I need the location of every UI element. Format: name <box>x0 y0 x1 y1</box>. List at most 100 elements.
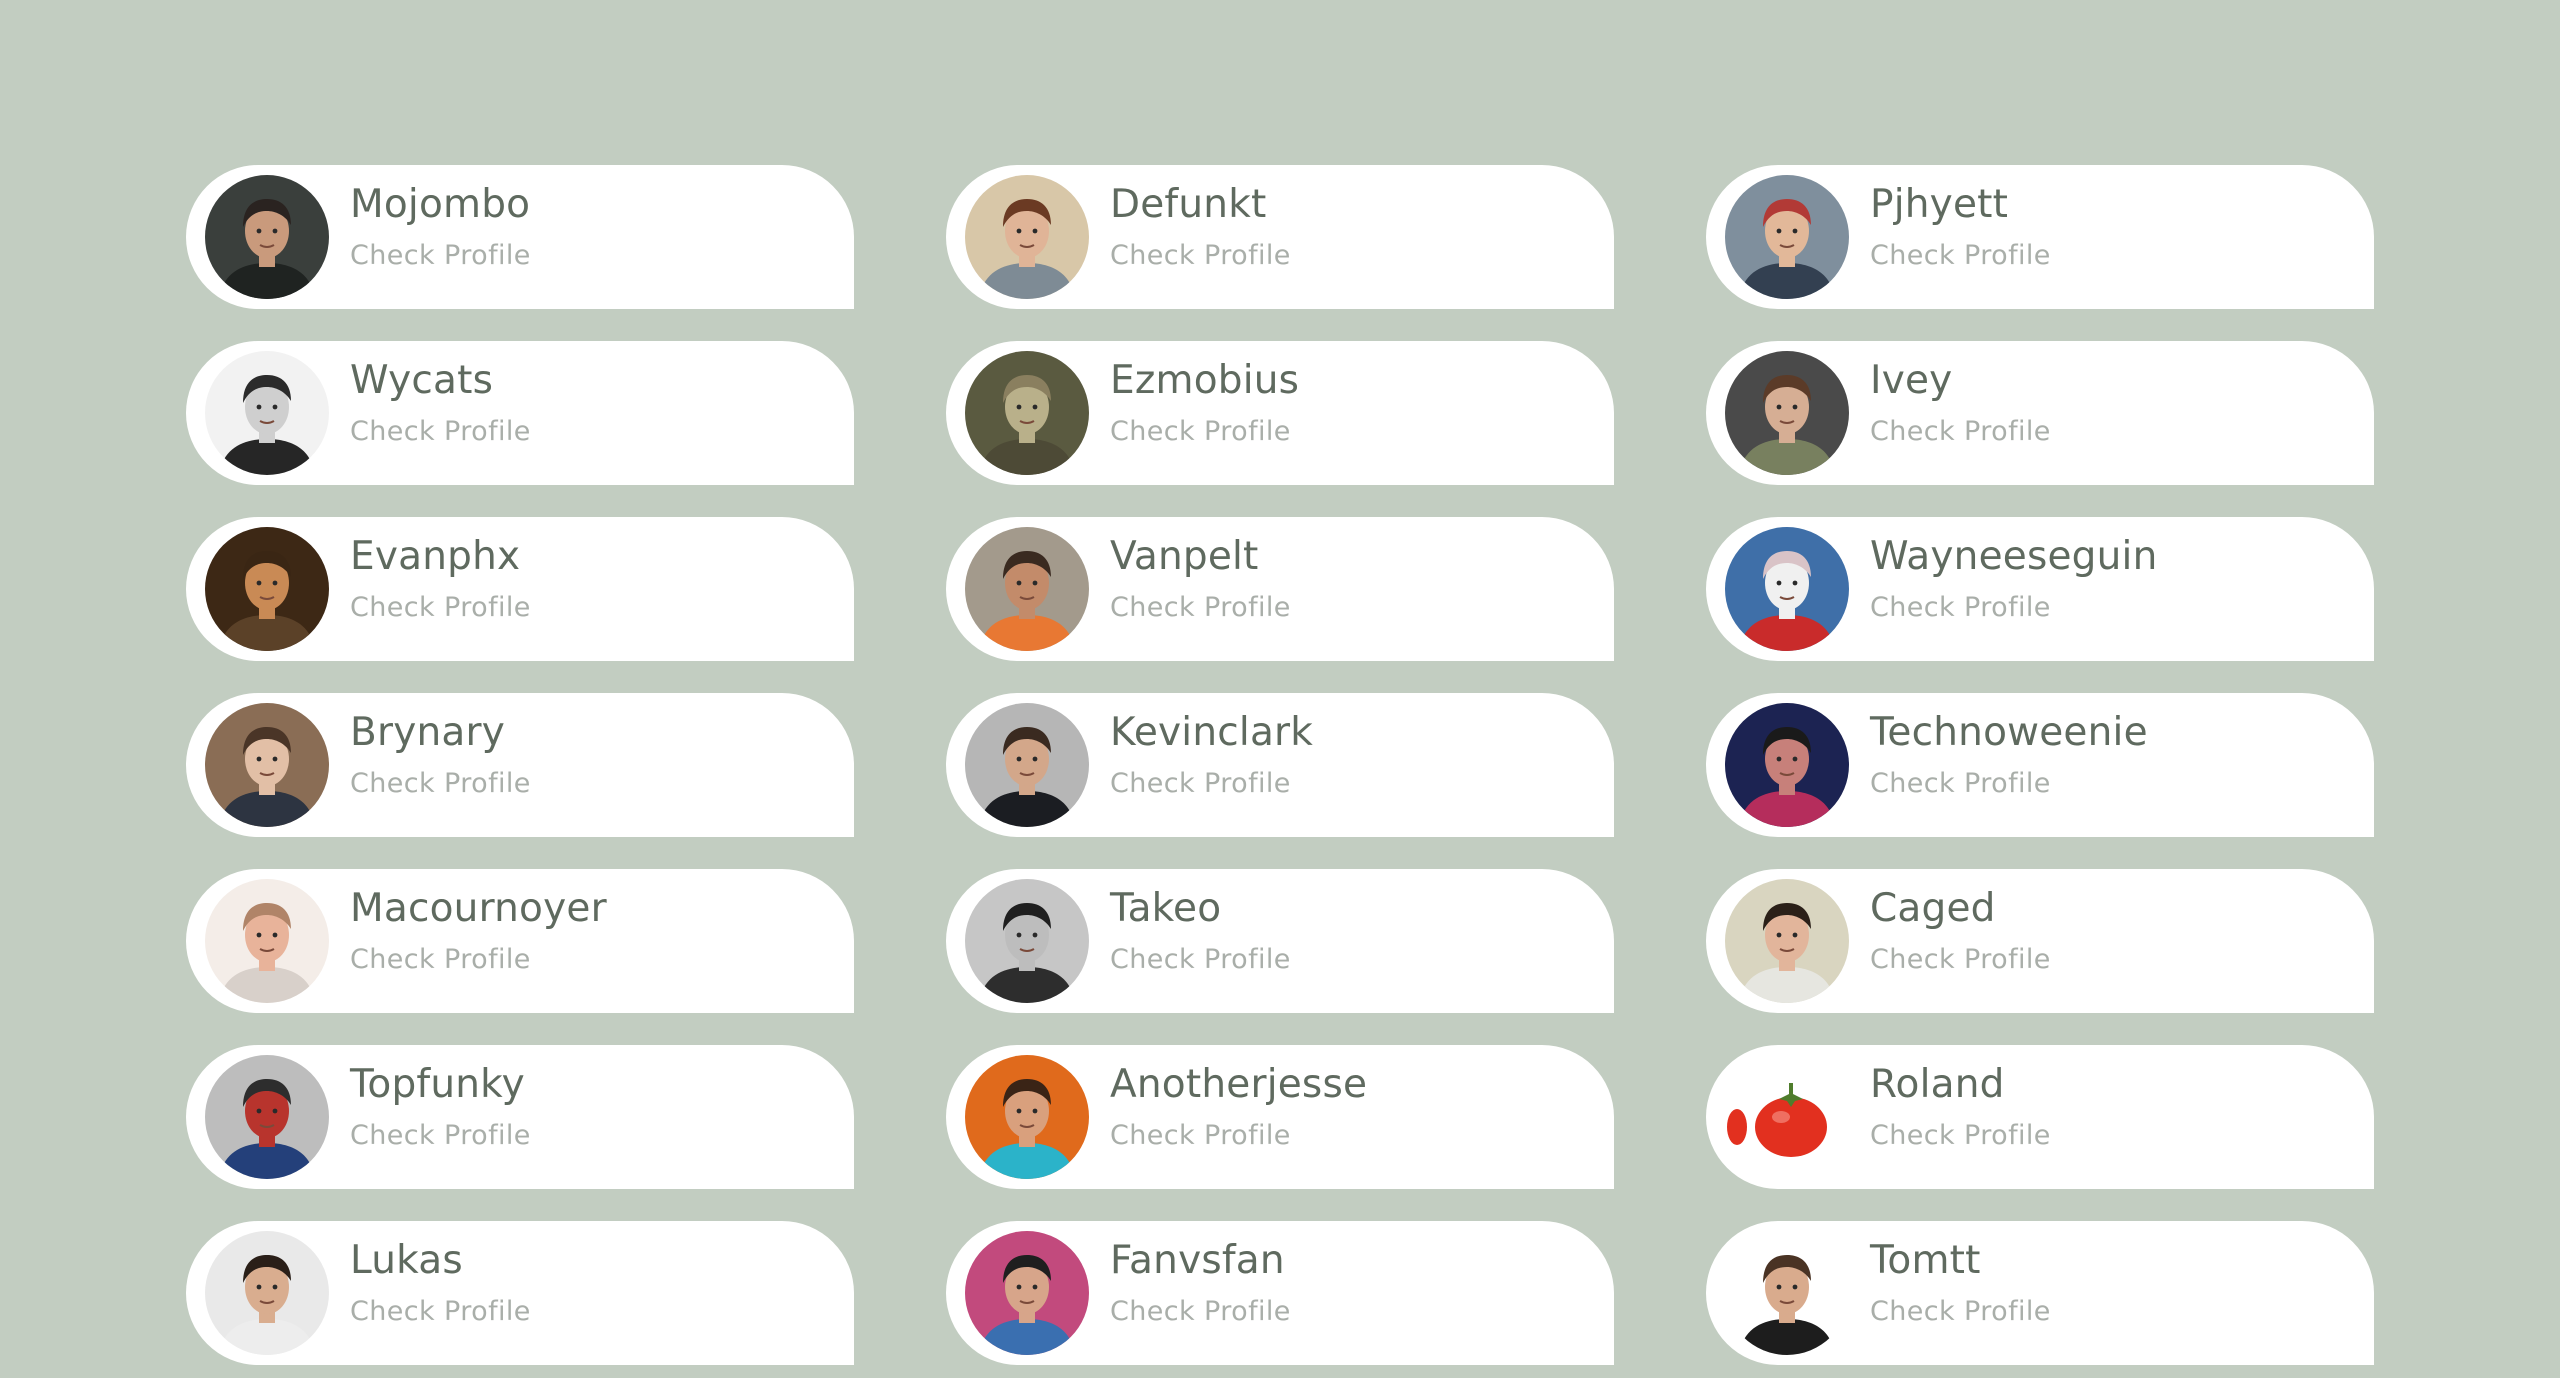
check-profile-link[interactable]: Check Profile <box>350 239 531 273</box>
profile-name: Caged <box>1870 886 1996 931</box>
avatar <box>1725 879 1849 1003</box>
portrait-man-olive-shirt-icon <box>1725 351 1849 475</box>
profile-card[interactable]: Wayneeseguin Check Profile <box>1706 517 2374 661</box>
check-profile-link[interactable]: Check Profile <box>350 1119 531 1153</box>
avatar <box>205 879 329 1003</box>
profile-name: Anotherjesse <box>1110 1062 1368 1107</box>
portrait-man-bearded-white-bg-icon <box>1725 1231 1849 1355</box>
profile-name: Brynary <box>350 710 506 755</box>
portrait-man-orange-shirt-icon <box>965 527 1089 651</box>
profile-name: Vanpelt <box>1110 534 1259 579</box>
avatar <box>1725 703 1849 827</box>
check-profile-link[interactable]: Check Profile <box>1870 1295 2051 1329</box>
profile-card[interactable]: Caged Check Profile <box>1706 869 2374 1013</box>
profile-name: Macournoyer <box>350 886 607 931</box>
tomato-icon <box>1725 1055 1849 1179</box>
check-profile-link[interactable]: Check Profile <box>1110 943 1291 977</box>
avatar <box>965 1231 1089 1355</box>
avatar <box>205 703 329 827</box>
check-profile-link[interactable]: Check Profile <box>350 943 531 977</box>
profile-name: Ezmobius <box>1110 358 1300 403</box>
check-profile-link[interactable]: Check Profile <box>1110 415 1291 449</box>
avatar <box>965 879 1089 1003</box>
profile-name: Topfunky <box>350 1062 525 1107</box>
profile-name: Roland <box>1870 1062 2005 1107</box>
profile-name: Wayneeseguin <box>1870 534 2158 579</box>
avatar <box>965 351 1089 475</box>
portrait-bald-man-beard-icon <box>205 879 329 1003</box>
check-profile-link[interactable]: Check Profile <box>1870 239 2051 273</box>
profile-card[interactable]: Pjhyett Check Profile <box>1706 165 2374 309</box>
portrait-man-headphones-icon <box>965 1055 1089 1179</box>
profile-card[interactable]: Roland Check Profile <box>1706 1045 2374 1189</box>
check-profile-link[interactable]: Check Profile <box>1110 239 1291 273</box>
avatar <box>965 703 1089 827</box>
portrait-alien-creature-icon <box>965 351 1089 475</box>
profile-card[interactable]: Vanpelt Check Profile <box>946 517 1614 661</box>
profile-card[interactable]: Tomtt Check Profile <box>1706 1221 2374 1365</box>
profile-card[interactable]: Anotherjesse Check Profile <box>946 1045 1614 1189</box>
profile-card[interactable]: Lukas Check Profile <box>186 1221 854 1365</box>
check-profile-link[interactable]: Check Profile <box>1110 1295 1291 1329</box>
avatar <box>1725 1231 1849 1355</box>
check-profile-link[interactable]: Check Profile <box>1870 943 2051 977</box>
avatar <box>965 527 1089 651</box>
portrait-man-warm-light-icon <box>205 527 329 651</box>
portrait-flag-face-paint-icon <box>205 1055 329 1179</box>
check-profile-link[interactable]: Check Profile <box>1870 767 2051 801</box>
profile-card[interactable]: Ezmobius Check Profile <box>946 341 1614 485</box>
profile-name: Ivey <box>1870 358 1953 403</box>
check-profile-link[interactable]: Check Profile <box>350 415 531 449</box>
profile-card[interactable]: Topfunky Check Profile <box>186 1045 854 1189</box>
check-profile-link[interactable]: Check Profile <box>350 591 531 625</box>
profile-name: Evanphx <box>350 534 521 579</box>
profile-card[interactable]: Mojombo Check Profile <box>186 165 854 309</box>
profile-card[interactable]: Evanphx Check Profile <box>186 517 854 661</box>
check-profile-link[interactable]: Check Profile <box>1870 415 2051 449</box>
profile-name: Fanvsfan <box>1110 1238 1285 1283</box>
avatar <box>205 527 329 651</box>
profile-name: Kevinclark <box>1110 710 1314 755</box>
check-profile-link[interactable]: Check Profile <box>1110 767 1291 801</box>
check-profile-link[interactable]: Check Profile <box>350 767 531 801</box>
check-profile-link[interactable]: Check Profile <box>1110 591 1291 625</box>
avatar <box>1725 527 1849 651</box>
profile-card[interactable]: Defunkt Check Profile <box>946 165 1614 309</box>
portrait-man-neon-light-icon <box>1725 703 1849 827</box>
portrait-man-long-beard-icon <box>1725 879 1849 1003</box>
profile-card[interactable]: Kevinclark Check Profile <box>946 693 1614 837</box>
portrait-man-glasses-brown-icon <box>205 703 329 827</box>
profile-card[interactable]: Technoweenie Check Profile <box>1706 693 2374 837</box>
profile-name: Defunkt <box>1110 182 1267 227</box>
check-profile-link[interactable]: Check Profile <box>1870 1119 2051 1153</box>
check-profile-link[interactable]: Check Profile <box>1870 591 2051 625</box>
profile-name: Takeo <box>1110 886 1222 931</box>
avatar <box>1725 175 1849 299</box>
profile-name: Tomtt <box>1870 1238 1981 1283</box>
portrait-man-cap-glasses-icon <box>1725 175 1849 299</box>
avatar <box>965 175 1089 299</box>
avatar <box>965 1055 1089 1179</box>
profile-name: Technoweenie <box>1870 710 2148 755</box>
profile-card[interactable]: Ivey Check Profile <box>1706 341 2374 485</box>
profiles-grid: Mojombo Check Profile Defunkt Check Profile… <box>186 165 2374 1365</box>
profile-name: Wycats <box>350 358 494 403</box>
portrait-man-sunglasses-icon <box>965 175 1089 299</box>
check-profile-link[interactable]: Check Profile <box>350 1295 531 1329</box>
avatar <box>205 351 329 475</box>
profile-card[interactable]: Brynary Check Profile <box>186 693 854 837</box>
check-profile-link[interactable]: Check Profile <box>1110 1119 1291 1153</box>
profile-card[interactable]: Fanvsfan Check Profile <box>946 1221 1614 1365</box>
portrait-man-glasses-grayscale-icon <box>205 351 329 475</box>
avatar <box>205 1231 329 1355</box>
avatar <box>1725 351 1849 475</box>
avatar <box>1725 1055 1849 1179</box>
profile-card[interactable]: Takeo Check Profile <box>946 869 1614 1013</box>
portrait-man-pink-notes-icon <box>965 1231 1089 1355</box>
avatar <box>205 175 329 299</box>
profile-name: Pjhyett <box>1870 182 2009 227</box>
profile-card[interactable]: Macournoyer Check Profile <box>186 869 854 1013</box>
portrait-man-dark-background-icon <box>205 175 329 299</box>
cartoon-mouse-brain-icon <box>1725 527 1849 651</box>
profile-card[interactable]: Wycats Check Profile <box>186 341 854 485</box>
